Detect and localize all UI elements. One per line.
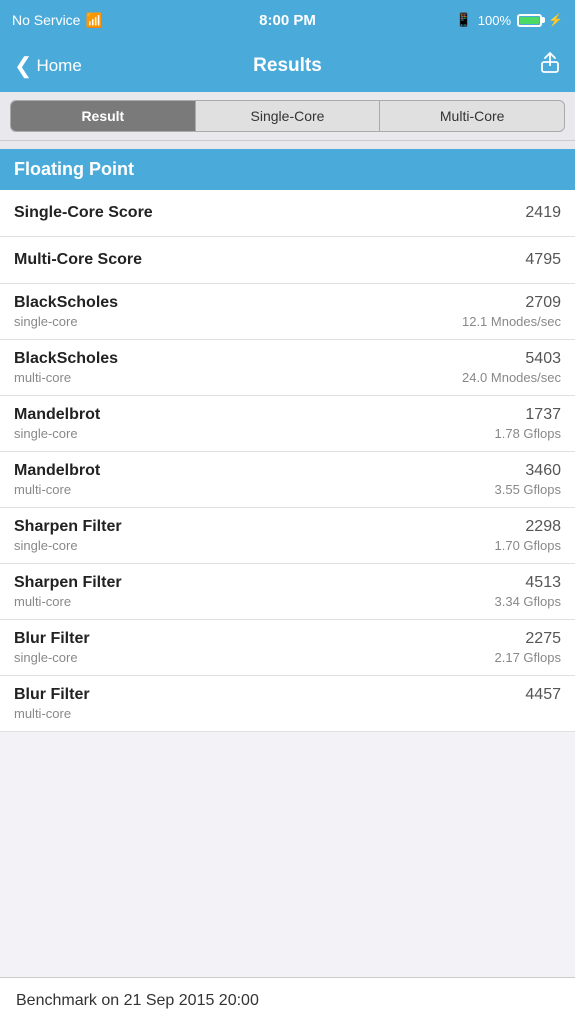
bench-right: 4513 3.34 Gflops [495, 574, 562, 609]
bench-row: Blur Filter single-core 2275 2.17 Gflops [0, 620, 575, 676]
segment-result[interactable]: Result [11, 101, 196, 131]
bench-unit: 3.55 Gflops [495, 482, 562, 497]
bench-left: Blur Filter single-core [14, 630, 90, 665]
multi-core-score-row: Multi-Core Score 4795 [0, 237, 575, 284]
bench-unit: 1.78 Gflops [495, 426, 562, 441]
bench-sub: multi-core [14, 706, 90, 721]
carrier-text: No Service [12, 12, 80, 28]
multi-core-score-value: 4795 [525, 251, 561, 269]
single-core-score-value: 2419 [525, 204, 561, 222]
bench-unit: 12.1 Mnodes/sec [462, 314, 561, 329]
bench-right: 2298 1.70 Gflops [495, 518, 562, 553]
bench-right: 1737 1.78 Gflops [495, 406, 562, 441]
bench-score: 2709 [462, 294, 561, 312]
bench-row: Sharpen Filter multi-core 4513 3.34 Gflo… [0, 564, 575, 620]
bench-score: 4457 [525, 686, 561, 704]
battery-percent: 100% [478, 13, 511, 28]
nav-title: Results [253, 55, 322, 77]
bench-unit: 1.70 Gflops [495, 538, 562, 553]
bench-name: Blur Filter [14, 686, 90, 704]
multi-core-score-label: Multi-Core Score [14, 251, 142, 269]
bluetooth-icon: 📱 [456, 12, 472, 28]
bench-name: Mandelbrot [14, 406, 100, 424]
bench-unit: 2.17 Gflops [495, 650, 562, 665]
charge-icon: ⚡ [548, 13, 563, 27]
bench-left: Mandelbrot single-core [14, 406, 100, 441]
bench-score: 2298 [495, 518, 562, 536]
segment-single-core[interactable]: Single-Core [196, 101, 381, 131]
bench-right: 5403 24.0 Mnodes/sec [462, 350, 561, 385]
single-core-score-row: Single-Core Score 2419 [0, 190, 575, 237]
top-divider [0, 141, 575, 149]
bench-sub: single-core [14, 538, 122, 553]
bench-name: Sharpen Filter [14, 574, 122, 592]
bench-score: 1737 [495, 406, 562, 424]
bench-left: BlackScholes single-core [14, 294, 118, 329]
bench-sub: single-core [14, 650, 90, 665]
segment-control: Result Single-Core Multi-Core [10, 100, 565, 132]
bench-left: BlackScholes multi-core [14, 350, 118, 385]
bench-right: 4457 [525, 686, 561, 706]
status-time: 8:00 PM [259, 12, 316, 29]
status-right-area: 📱 100% ⚡ [456, 12, 563, 28]
wifi-icon: 📶 [85, 12, 102, 29]
bench-score: 2275 [495, 630, 562, 648]
bench-sub: multi-core [14, 594, 122, 609]
bench-right: 3460 3.55 Gflops [495, 462, 562, 497]
single-core-score-label: Single-Core Score [14, 204, 153, 222]
back-arrow-icon: ❮ [14, 55, 32, 77]
bench-row: Sharpen Filter single-core 2298 1.70 Gfl… [0, 508, 575, 564]
share-button[interactable] [539, 52, 561, 80]
bench-sub: single-core [14, 314, 118, 329]
bench-right: 2275 2.17 Gflops [495, 630, 562, 665]
segment-multi-core[interactable]: Multi-Core [380, 101, 564, 131]
status-bar: No Service 📶 8:00 PM 📱 100% ⚡ [0, 0, 575, 40]
bench-score: 3460 [495, 462, 562, 480]
bench-right: 2709 12.1 Mnodes/sec [462, 294, 561, 329]
bench-row: BlackScholes single-core 2709 12.1 Mnode… [0, 284, 575, 340]
bench-score: 4513 [495, 574, 562, 592]
footer-text: Benchmark on 21 Sep 2015 20:00 [16, 992, 259, 1009]
footer: Benchmark on 21 Sep 2015 20:00 [0, 977, 575, 1024]
battery-icon [517, 14, 542, 27]
bench-row: Mandelbrot multi-core 3460 3.55 Gflops [0, 452, 575, 508]
bench-left: Sharpen Filter single-core [14, 518, 122, 553]
status-carrier-area: No Service 📶 [12, 12, 103, 29]
bench-name: Blur Filter [14, 630, 90, 648]
bench-name: Mandelbrot [14, 462, 100, 480]
nav-bar: ❮ Home Results [0, 40, 575, 92]
bench-sub: multi-core [14, 370, 118, 385]
bench-unit: 3.34 Gflops [495, 594, 562, 609]
bench-left: Blur Filter multi-core [14, 686, 90, 721]
section-title: Floating Point [14, 159, 134, 179]
bench-row: BlackScholes multi-core 5403 24.0 Mnodes… [0, 340, 575, 396]
section-header-floating-point: Floating Point [0, 149, 575, 190]
bench-sub: single-core [14, 426, 100, 441]
bench-score: 5403 [462, 350, 561, 368]
bench-row: Mandelbrot single-core 1737 1.78 Gflops [0, 396, 575, 452]
bench-unit: 24.0 Mnodes/sec [462, 370, 561, 385]
bench-left: Mandelbrot multi-core [14, 462, 100, 497]
bench-name: Sharpen Filter [14, 518, 122, 536]
back-button[interactable]: ❮ Home [14, 55, 82, 77]
bench-name: BlackScholes [14, 294, 118, 312]
bench-sub: multi-core [14, 482, 100, 497]
bench-left: Sharpen Filter multi-core [14, 574, 122, 609]
bench-name: BlackScholes [14, 350, 118, 368]
back-label: Home [36, 56, 81, 76]
bench-row: Blur Filter multi-core 4457 [0, 676, 575, 732]
segment-bar: Result Single-Core Multi-Core [0, 92, 575, 141]
